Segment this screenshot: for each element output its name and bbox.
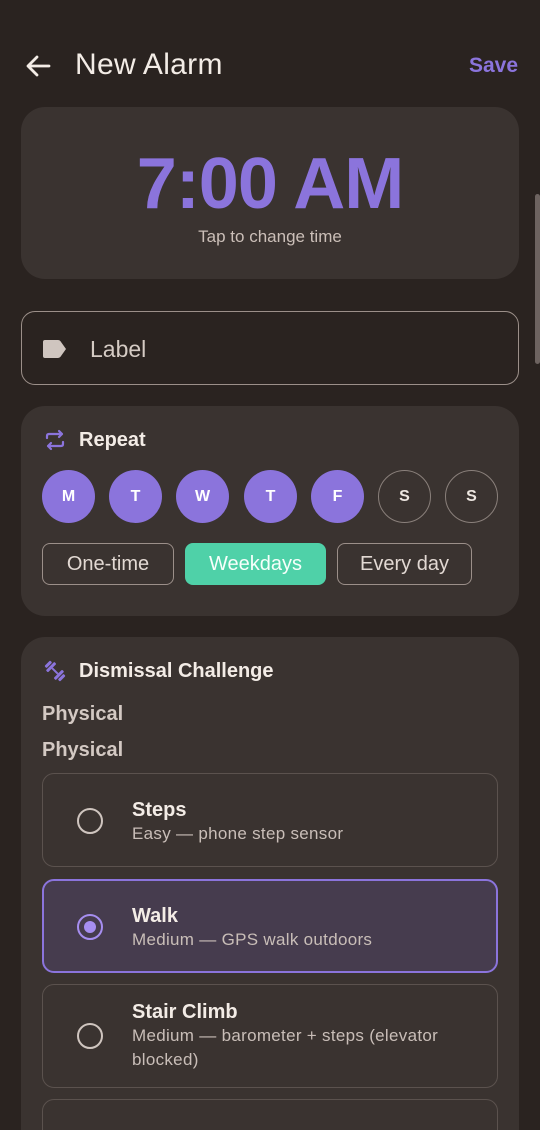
option-title: Walk	[132, 905, 178, 927]
repeat-card: Repeat M T W T F S S One-time Weekdays E…	[21, 406, 519, 616]
option-subtitle: Easy — phone step sensor	[132, 824, 344, 843]
label-placeholder: Label	[90, 336, 147, 362]
radio-button-selected[interactable]	[77, 914, 103, 940]
option-subtitle: Medium — barometer + steps (elevator blo…	[132, 1026, 439, 1069]
challenge-option-partial[interactable]	[42, 1099, 498, 1130]
repeat-header: Repeat	[43, 428, 146, 452]
back-button[interactable]	[20, 48, 56, 84]
label-input[interactable]: Label	[21, 311, 519, 385]
challenge-heading: Dismissal Challenge	[79, 659, 274, 682]
day-toggle-tuesday[interactable]: T	[109, 470, 162, 523]
day-toggle-wednesday[interactable]: W	[176, 470, 229, 523]
time-picker-card[interactable]: 7:00 AM Tap to change time	[21, 107, 519, 279]
category-label: Physical	[42, 739, 124, 761]
top-app-bar: New Alarm Save	[0, 30, 540, 102]
scrollbar[interactable]	[535, 194, 540, 364]
category-dropdown[interactable]: Physical	[42, 703, 123, 726]
dumbbell-icon	[43, 659, 67, 683]
option-title: Steps	[132, 799, 187, 821]
preset-every-day-chip[interactable]: Every day	[337, 543, 472, 585]
challenge-option-walk[interactable]: Walk Medium — GPS walk outdoors	[42, 879, 498, 973]
radio-button[interactable]	[77, 1023, 103, 1049]
day-toggle-sunday[interactable]: S	[445, 470, 498, 523]
challenge-header: Dismissal Challenge	[43, 659, 274, 683]
repeat-icon	[43, 428, 67, 452]
day-toggle-saturday[interactable]: S	[378, 470, 431, 523]
time-hint: Tap to change time	[198, 227, 342, 246]
save-button[interactable]: Save	[469, 54, 518, 78]
tag-icon	[43, 340, 66, 358]
arrow-left-icon	[26, 55, 51, 77]
option-title: Stair Climb	[132, 1001, 238, 1023]
preset-weekdays-chip[interactable]: Weekdays	[185, 543, 326, 585]
challenge-option-stair-climb[interactable]: Stair Climb Medium — barometer + steps (…	[42, 984, 498, 1088]
dismissal-challenge-card: Dismissal Challenge Physical Physical St…	[21, 637, 519, 1130]
day-toggle-thursday[interactable]: T	[244, 470, 297, 523]
page-title: New Alarm	[75, 48, 223, 81]
day-toggle-monday[interactable]: M	[42, 470, 95, 523]
day-toggle-friday[interactable]: F	[311, 470, 364, 523]
option-subtitle: Medium — GPS walk outdoors	[132, 930, 373, 949]
challenge-option-steps[interactable]: Steps Easy — phone step sensor	[42, 773, 498, 867]
repeat-heading: Repeat	[79, 428, 146, 451]
preset-one-time-chip[interactable]: One-time	[42, 543, 174, 585]
radio-button[interactable]	[77, 808, 103, 834]
alarm-time[interactable]: 7:00 AM	[21, 143, 519, 225]
